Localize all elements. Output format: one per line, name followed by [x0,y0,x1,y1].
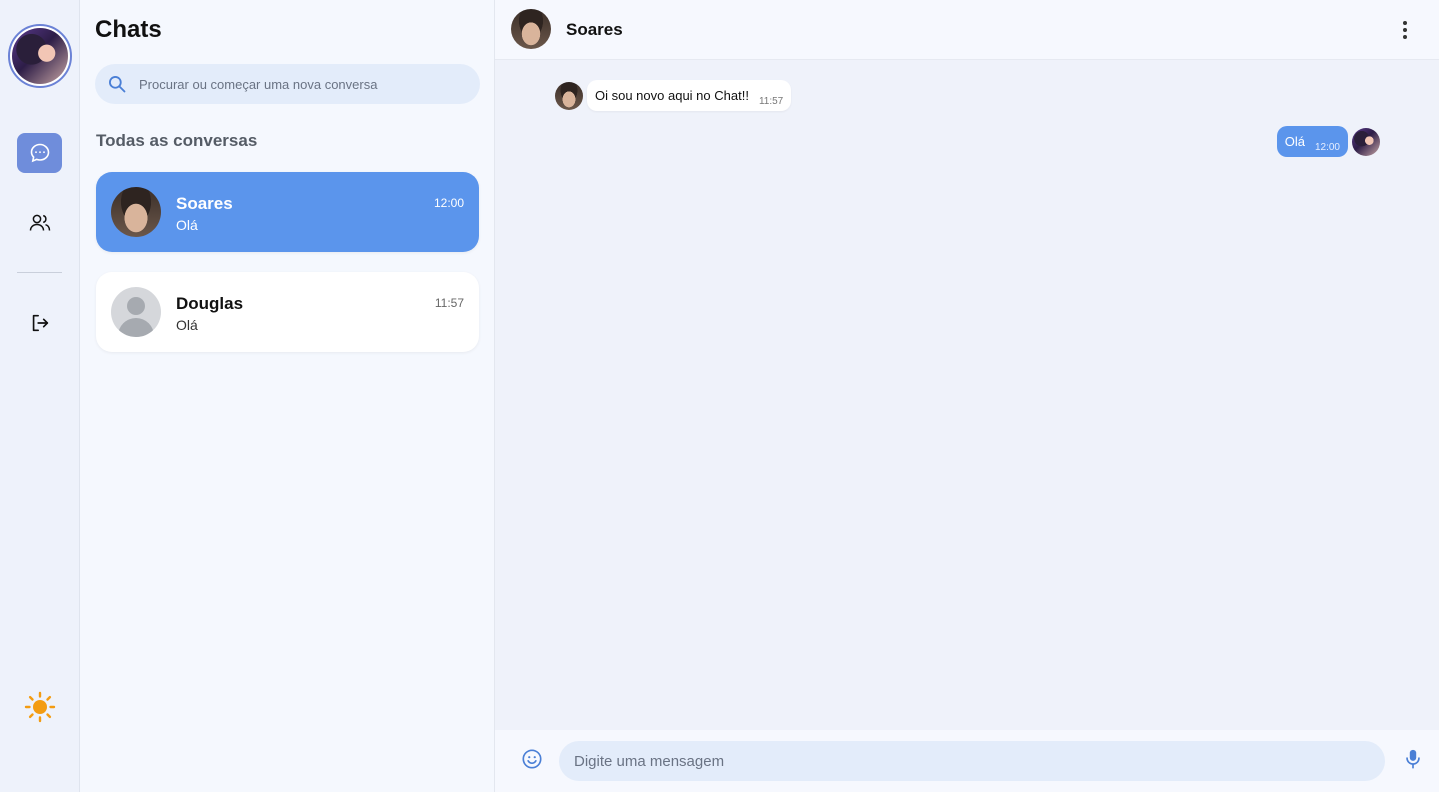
contact-avatar[interactable] [511,9,551,49]
rail-divider [17,272,62,273]
logout-icon [32,314,48,332]
app-rail [0,0,80,792]
search-bar[interactable] [95,64,480,104]
last-message-time: 11:57 [434,296,464,310]
contact-name: Soares [176,194,233,213]
user-avatar[interactable] [8,24,72,88]
message-row-outgoing: Olá 12:00 [1276,126,1380,157]
message-input[interactable] [559,741,1385,781]
message-row-incoming: Oi sou novo aqui no Chat!! 11:57 [555,80,792,111]
conversation-item[interactable]: Soares Olá 12:00 [96,172,479,252]
theme-toggle-button[interactable] [24,691,56,723]
emoji-button[interactable] [521,748,543,770]
last-message-preview: Olá [176,217,198,233]
contact-avatar [111,187,161,237]
search-icon [109,76,126,93]
message-time: 11:57 [758,96,784,107]
contact-name[interactable]: Soares [566,20,623,40]
conversation-header: Soares [495,0,1439,60]
default-avatar-icon [111,287,161,337]
sender-avatar [1352,127,1380,156]
voice-message-button[interactable] [1403,748,1423,770]
message-composer [495,730,1439,792]
sender-avatar [555,81,583,110]
message-time: 12:00 [1314,142,1340,153]
search-input[interactable] [139,76,469,92]
last-message-preview: Olá [176,317,198,333]
conversation-pane: Soares Oi sou novo aqui no Chat!! 11:57 … [495,0,1439,792]
smiley-icon [522,749,542,769]
message-bubble[interactable]: Oi sou novo aqui no Chat!! 11:57 [587,80,792,111]
logout-button[interactable] [17,303,62,343]
panel-title: Chats [95,16,162,43]
users-icon [29,214,50,231]
message-text: Olá [1284,134,1305,149]
microphone-icon [1406,749,1420,769]
sun-icon [24,691,56,723]
conversation-item[interactable]: Douglas Olá 11:57 [96,272,479,352]
chat-bubble-icon [30,143,49,163]
contacts-nav-button[interactable] [17,203,62,243]
message-bubble[interactable]: Olá 12:00 [1276,126,1348,157]
section-label: Todas as conversas [96,131,258,150]
more-options-button[interactable] [1393,18,1417,42]
user-avatar-image [12,28,68,84]
message-text: Oi sou novo aqui no Chat!! [595,88,749,103]
last-message-time: 12:00 [433,196,464,210]
chats-nav-button[interactable] [17,133,62,173]
chat-list-panel: Chats Todas as conversas Soares Olá 12:0… [80,0,495,792]
more-vertical-icon [1403,21,1407,39]
contact-name: Douglas [176,294,244,313]
